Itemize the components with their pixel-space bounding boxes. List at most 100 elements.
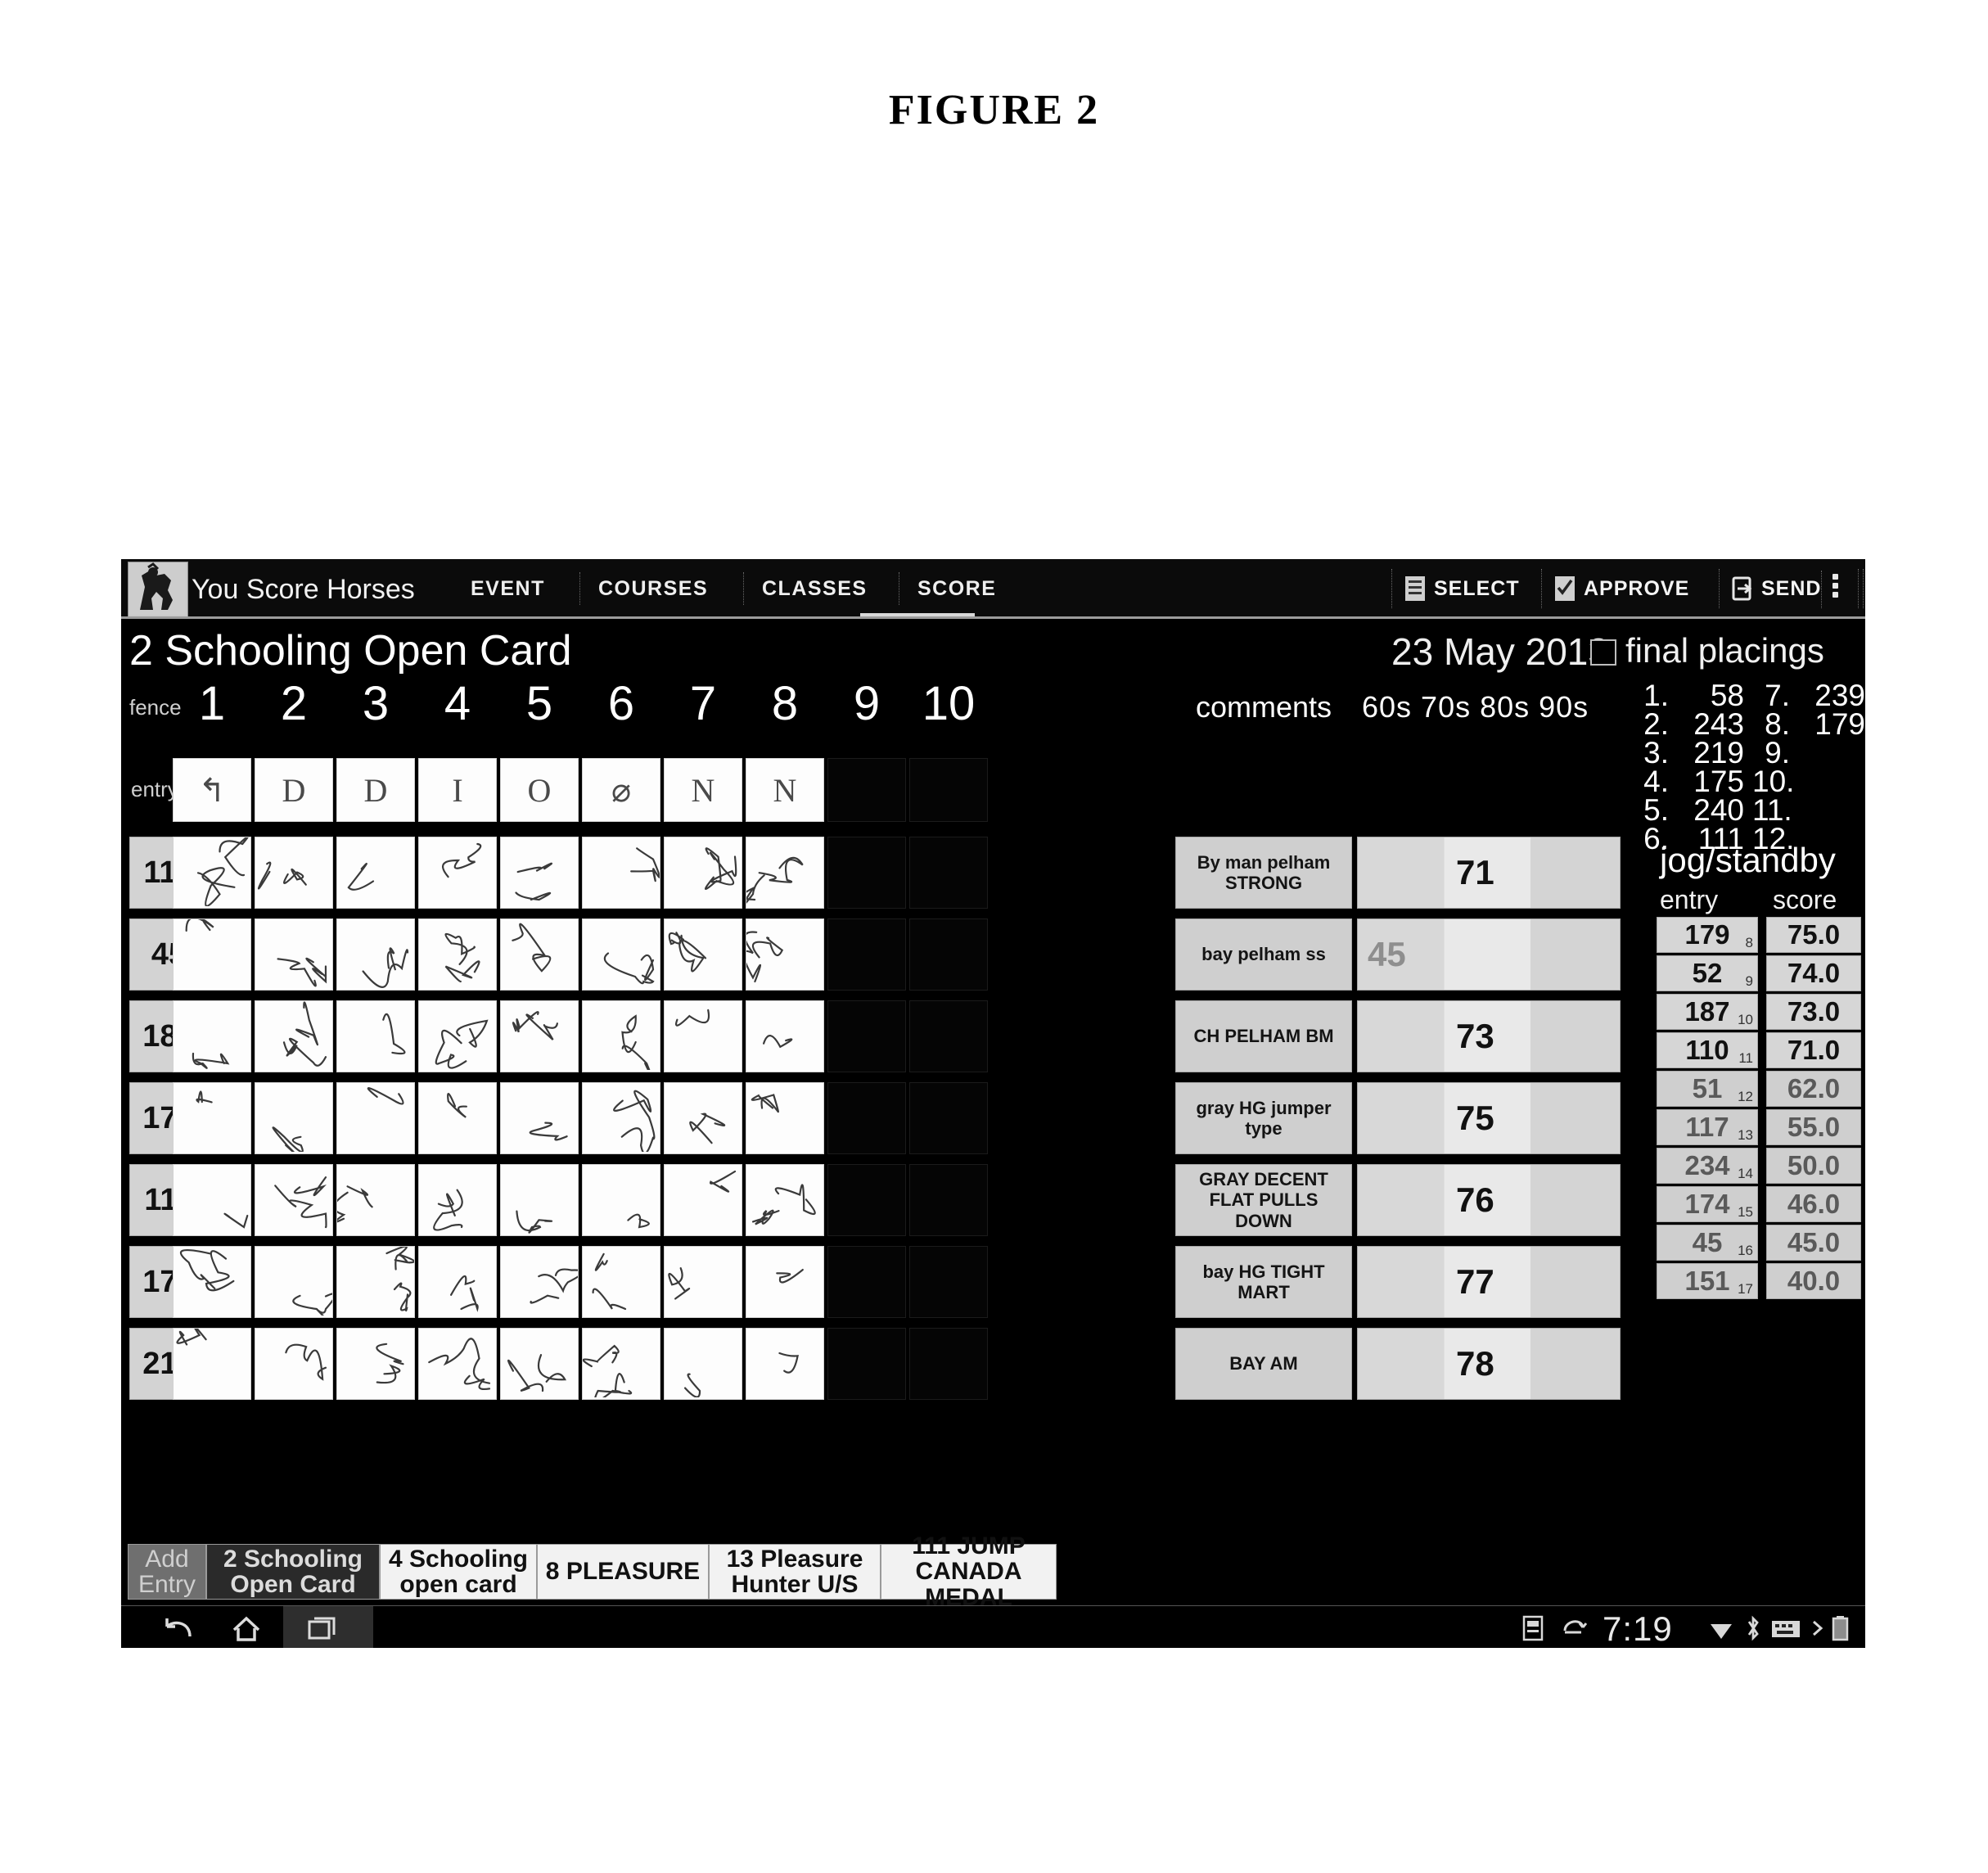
fence-mark-cell[interactable]	[746, 1082, 824, 1154]
jog-score-chip[interactable]: 50.0	[1766, 1148, 1861, 1184]
fence-mark-cell[interactable]	[336, 1246, 415, 1318]
fence-mark-cell[interactable]	[173, 1328, 251, 1400]
recent-apps-icon[interactable]	[303, 1612, 340, 1648]
comment-cell[interactable]: bay pelham ss	[1175, 918, 1352, 991]
jog-entry-chip[interactable]: 174 15	[1657, 1186, 1758, 1222]
fence-mark-cell[interactable]	[582, 1328, 660, 1400]
fence-mark-cell[interactable]	[255, 837, 333, 909]
class-tab-4[interactable]: 13 Pleasure Hunter U/S	[709, 1544, 881, 1600]
fence-mark-cell[interactable]	[500, 1000, 579, 1072]
fence-mark-cell[interactable]	[909, 918, 988, 991]
score-cell[interactable]: 71	[1357, 837, 1621, 909]
comment-cell[interactable]: bay HG TIGHT MART	[1175, 1246, 1352, 1318]
fence-mark-cell[interactable]	[582, 918, 660, 991]
fence-mark-cell[interactable]	[173, 1164, 251, 1236]
fence-mark-cell[interactable]	[582, 1164, 660, 1236]
select-button[interactable]: SELECT	[1391, 569, 1520, 608]
jog-score-chip[interactable]: 71.0	[1766, 1032, 1861, 1068]
fence-mark-cell[interactable]	[500, 918, 579, 991]
fence-mark-cell[interactable]	[582, 1000, 660, 1072]
fence-mark-cell[interactable]	[173, 1246, 251, 1318]
jog-score-chip[interactable]: 74.0	[1766, 955, 1861, 991]
fence-mark-cell[interactable]	[909, 1000, 988, 1072]
score-cell[interactable]: 45	[1357, 918, 1621, 991]
back-arrow-icon[interactable]	[160, 1612, 198, 1648]
course-fence-cell-2[interactable]: D	[255, 758, 333, 822]
fence-mark-cell[interactable]	[255, 1328, 333, 1400]
comment-cell[interactable]: CH PELHAM BM	[1175, 1000, 1352, 1072]
fence-mark-cell[interactable]	[173, 837, 251, 909]
jog-entry-chip[interactable]: 179 8	[1657, 917, 1758, 953]
tab-courses[interactable]: COURSES	[579, 572, 726, 605]
fence-mark-cell[interactable]	[500, 1082, 579, 1154]
fence-mark-cell[interactable]	[255, 1000, 333, 1072]
jog-entry-chip[interactable]: 187 10	[1657, 994, 1758, 1030]
fence-mark-cell[interactable]	[746, 1246, 824, 1318]
score-cell[interactable]: 75	[1357, 1082, 1621, 1154]
comment-cell[interactable]: GRAY DECENT FLAT PULLS DOWN	[1175, 1164, 1352, 1236]
fence-mark-cell[interactable]	[827, 1164, 906, 1236]
fence-mark-cell[interactable]	[909, 837, 988, 909]
jog-score-chip[interactable]: 46.0	[1766, 1186, 1861, 1222]
fence-mark-cell[interactable]	[664, 918, 742, 991]
fence-mark-cell[interactable]	[664, 837, 742, 909]
course-fence-cell-9[interactable]	[827, 758, 906, 822]
fence-mark-cell[interactable]	[418, 1328, 497, 1400]
fence-mark-cell[interactable]	[909, 1082, 988, 1154]
course-fence-cell-3[interactable]: D	[336, 758, 415, 822]
score-cell[interactable]: 73	[1357, 1000, 1621, 1072]
fence-mark-cell[interactable]	[255, 1164, 333, 1236]
score-cell[interactable]: 77	[1357, 1246, 1621, 1318]
fence-mark-cell[interactable]	[746, 1164, 824, 1236]
jog-entry-chip[interactable]: 151 17	[1657, 1263, 1758, 1299]
comment-cell[interactable]: By man pelham STRONG	[1175, 837, 1352, 909]
fence-mark-cell[interactable]	[827, 837, 906, 909]
home-icon[interactable]	[228, 1612, 265, 1648]
fence-mark-cell[interactable]	[827, 1000, 906, 1072]
fence-mark-cell[interactable]	[664, 1000, 742, 1072]
fence-mark-cell[interactable]	[336, 1328, 415, 1400]
fence-mark-cell[interactable]	[418, 1164, 497, 1236]
jog-score-chip[interactable]: 40.0	[1766, 1263, 1861, 1299]
fence-mark-cell[interactable]	[664, 1082, 742, 1154]
course-fence-cell-4[interactable]: I	[418, 758, 497, 822]
class-tab-5[interactable]: 111 JUMP CANADA MEDAL	[881, 1533, 1057, 1610]
fence-mark-cell[interactable]	[255, 1082, 333, 1154]
fence-mark-cell[interactable]	[664, 1328, 742, 1400]
course-fence-cell-1[interactable]: ↰	[173, 758, 251, 822]
fence-mark-cell[interactable]	[909, 1246, 988, 1318]
fence-mark-cell[interactable]	[746, 918, 824, 991]
jog-score-chip[interactable]: 73.0	[1766, 994, 1861, 1030]
fence-mark-cell[interactable]	[827, 1082, 906, 1154]
fence-mark-cell[interactable]	[827, 1246, 906, 1318]
fence-mark-cell[interactable]	[418, 1000, 497, 1072]
fence-mark-cell[interactable]	[173, 918, 251, 991]
fence-mark-cell[interactable]	[664, 1164, 742, 1236]
class-tab-3[interactable]: 8 PLEASURE	[537, 1544, 709, 1600]
fence-mark-cell[interactable]	[909, 1164, 988, 1236]
score-cell[interactable]: 76	[1357, 1164, 1621, 1236]
course-fence-cell-10[interactable]	[909, 758, 988, 822]
fence-mark-cell[interactable]	[746, 1328, 824, 1400]
fence-mark-cell[interactable]	[336, 1082, 415, 1154]
fence-mark-cell[interactable]	[255, 1246, 333, 1318]
tab-classes[interactable]: CLASSES	[743, 572, 886, 605]
jog-score-chip[interactable]: 45.0	[1766, 1225, 1861, 1261]
fence-mark-cell[interactable]	[336, 1164, 415, 1236]
jog-score-chip[interactable]: 55.0	[1766, 1109, 1861, 1145]
fence-mark-cell[interactable]	[746, 837, 824, 909]
fence-mark-cell[interactable]	[582, 837, 660, 909]
fence-mark-cell[interactable]	[418, 837, 497, 909]
approve-button[interactable]: APPROVE	[1541, 569, 1689, 608]
fence-mark-cell[interactable]	[664, 1246, 742, 1318]
print-button[interactable]	[1858, 569, 1865, 608]
fence-mark-cell[interactable]	[255, 918, 333, 991]
jog-entry-chip[interactable]: 52 9	[1657, 955, 1758, 991]
fence-mark-cell[interactable]	[827, 918, 906, 991]
fence-mark-cell[interactable]	[909, 1328, 988, 1400]
fence-mark-cell[interactable]	[418, 1082, 497, 1154]
fence-mark-cell[interactable]	[173, 1000, 251, 1072]
fence-mark-cell[interactable]	[500, 837, 579, 909]
fence-mark-cell[interactable]	[418, 918, 497, 991]
add-entry-button[interactable]: Add Entry	[128, 1544, 206, 1600]
